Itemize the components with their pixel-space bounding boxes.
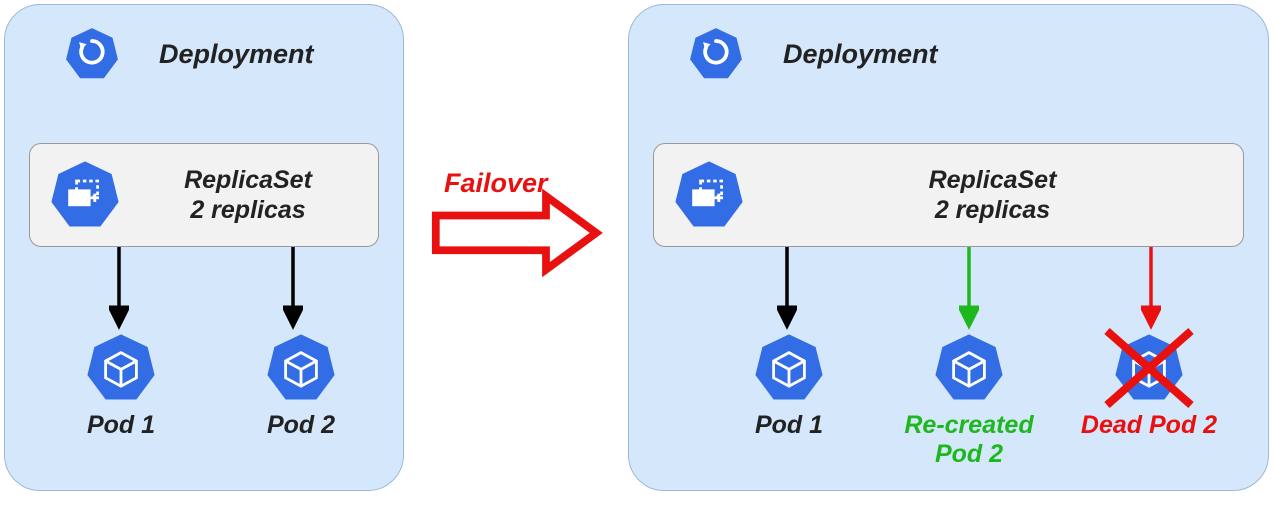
replicaset-icon [50,160,120,230]
replicaset-line1: ReplicaSet [184,166,312,194]
pod-label: Re-created Pod 2 [904,411,1033,469]
pod-icon [86,333,156,403]
deployment-panel-after: Deployment ReplicaSet 2 replicas [628,4,1269,491]
arrow-to-recreated-pod [959,247,979,333]
pod-1: Pod 1 [31,333,211,440]
failover-arrow-icon [430,170,604,290]
replicaset-line2: 2 replicas [190,196,305,224]
deployment-icon [689,27,743,81]
replicaset-box: ReplicaSet 2 replicas [29,143,379,247]
deployment-title: Deployment [159,39,314,70]
pod-1: Pod 1 [699,333,879,469]
pod-icon [754,333,824,403]
pod-label: Pod 1 [87,411,155,440]
replicaset-line2: 2 replicas [935,196,1050,224]
deployment-icon [65,27,119,81]
arrow-to-pod1 [109,247,129,333]
deployment-header: Deployment [689,27,938,81]
deployment-panel-before: Deployment ReplicaSet 2 replicas [4,4,404,491]
replicaset-line1: ReplicaSet [929,166,1057,194]
replicaset-icon [674,160,744,230]
deployment-title: Deployment [783,39,938,70]
pod-recreated: Re-created Pod 2 [879,333,1059,469]
pod-dead: Dead Pod 2 [1059,333,1239,469]
replicaset-box: ReplicaSet 2 replicas [653,143,1244,247]
pod-label: Pod 1 [755,411,823,440]
pod-label: Pod 2 [267,411,335,440]
pod-icon [1114,333,1184,403]
pod-label: Dead Pod 2 [1081,411,1217,440]
pod-2: Pod 2 [211,333,391,440]
arrow-to-pod2 [283,247,303,333]
deployment-header: Deployment [65,27,314,81]
pod-icon [266,333,336,403]
replicaset-label: ReplicaSet 2 replicas [148,165,378,225]
arrow-to-pod1 [777,247,797,333]
replicaset-label: ReplicaSet 2 replicas [772,165,1243,225]
arrow-to-dead-pod [1141,247,1161,333]
pod-icon [934,333,1004,403]
